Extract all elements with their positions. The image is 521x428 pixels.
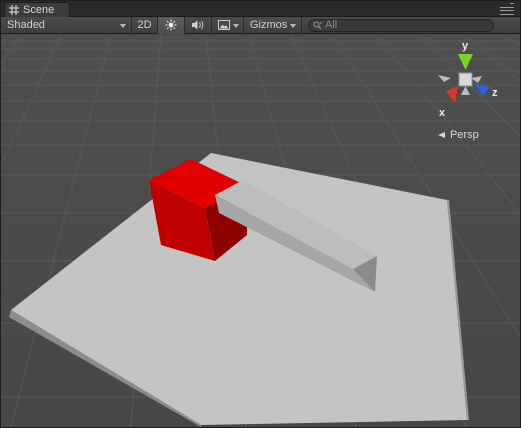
- mode-2d-label: 2D: [137, 19, 152, 31]
- projection-label: Persp: [450, 129, 479, 141]
- audio-toggle[interactable]: [185, 16, 212, 34]
- axis-x-cone[interactable]: [446, 86, 458, 103]
- axis-z-label: z: [492, 87, 498, 99]
- lighting-toggle[interactable]: [158, 16, 185, 34]
- axis-y-cone[interactable]: [458, 54, 473, 70]
- arrow-left-icon: [438, 132, 445, 138]
- panel-menu-icon[interactable]: [500, 3, 514, 15]
- tab-scene[interactable]: Scene: [4, 2, 70, 17]
- chevron-down-icon: [120, 23, 126, 28]
- render-mode-dropdown[interactable]: Shaded: [1, 16, 132, 34]
- lighting-sun-icon: [165, 19, 177, 31]
- center-cube[interactable]: [458, 72, 473, 87]
- effects-dropdown[interactable]: [212, 16, 244, 34]
- orientation-gizmo[interactable]: y z x: [431, 40, 501, 120]
- axis-y-label: y: [462, 40, 469, 52]
- scene-toolbar: Shaded 2D Gizmos: [1, 16, 520, 34]
- image-effects-icon: [218, 20, 230, 30]
- scene-grid-icon: [9, 5, 19, 15]
- scene-viewport[interactable]: y z x Persp: [1, 35, 520, 427]
- axis-z-cone[interactable]: [474, 83, 490, 96]
- mode-2d-button[interactable]: 2D: [132, 16, 158, 34]
- search-magnifier-icon: [313, 20, 323, 29]
- gizmos-label: Gizmos: [250, 19, 288, 31]
- search-input[interactable]: [325, 19, 475, 31]
- tab-title: Scene: [23, 4, 55, 16]
- axis-x-label: x: [439, 107, 446, 119]
- tab-strip: Scene: [1, 1, 520, 17]
- chevron-down-icon: [290, 23, 296, 28]
- render-mode-label: Shaded: [7, 19, 45, 31]
- axis-neg-x-cone[interactable]: [471, 76, 482, 83]
- chevron-down-icon: [233, 23, 239, 28]
- audio-speaker-icon: [192, 20, 204, 30]
- scene-window: Scene Shaded 2D Gizmos All y z x Persp: [0, 0, 521, 428]
- axis-neg-z-cone[interactable]: [438, 75, 451, 82]
- projection-toggle[interactable]: Persp: [438, 129, 479, 141]
- axis-neg-y-cone[interactable]: [461, 86, 470, 95]
- gizmos-dropdown[interactable]: Gizmos: [244, 16, 302, 34]
- search-field[interactable]: [308, 18, 494, 32]
